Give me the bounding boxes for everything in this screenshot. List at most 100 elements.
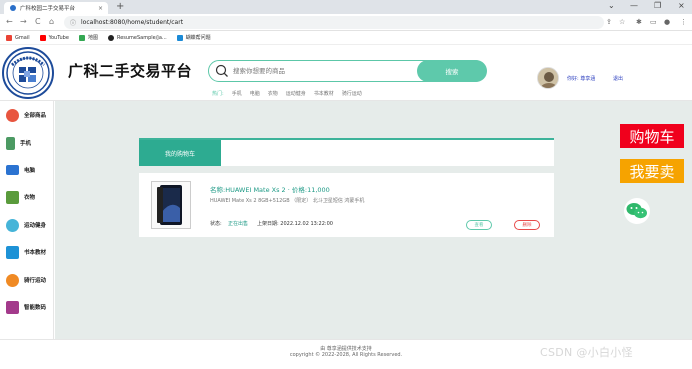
- search-icon: [215, 64, 229, 80]
- home-button[interactable]: ⌂: [49, 17, 54, 26]
- bookmark-label: 蝴蝶帮问题: [185, 35, 211, 41]
- site-favicon-icon: [10, 5, 16, 11]
- phone-product-icon: [152, 182, 190, 228]
- watermark: CSDN @小白小怪: [540, 346, 633, 359]
- sidebar-item-computer[interactable]: 电脑: [0, 159, 54, 181]
- logout-link[interactable]: 退出: [613, 75, 623, 82]
- sidebar-item-label: 电脑: [24, 168, 36, 174]
- tab-title: 广科校园二手交易平台: [20, 6, 76, 12]
- hot-keyword-link[interactable]: 骑行运动: [342, 90, 362, 97]
- sell-item-button[interactable]: 我要卖: [620, 159, 684, 183]
- site-header: 广科二手交易平台 搜索 热门: 手机 电脑 衣物 运动健身 书本教材 骑行运动 …: [0, 45, 692, 101]
- bookmark-label: YouTube: [48, 34, 69, 41]
- maps-icon: [78, 34, 85, 41]
- sidebar-item-clothes[interactable]: 衣物: [0, 186, 54, 208]
- bookmark-gmail[interactable]: Gmail: [6, 34, 30, 41]
- main-content: 我的购物车 名称:HUAWEI Mate Xs 2 · 价格:11,000 HU…: [55, 101, 692, 339]
- product-image[interactable]: [151, 181, 191, 229]
- close-window-button[interactable]: ×: [678, 1, 685, 10]
- site-info-icon[interactable]: ⓘ: [70, 18, 76, 27]
- sidebar-item-cycling[interactable]: 骑行运动: [0, 269, 54, 291]
- hot-keyword-link[interactable]: 书本教材: [314, 90, 334, 97]
- gmail-icon: [6, 34, 12, 41]
- hot-keywords: 热门: 手机 电脑 衣物 运动健身 书本教材 骑行运动: [212, 90, 370, 97]
- wechat-icon: [626, 203, 647, 219]
- search-input[interactable]: [233, 65, 413, 77]
- hot-label: 热门:: [212, 91, 224, 97]
- sidebar-item-label: 智能数码: [24, 305, 47, 311]
- profile-icon[interactable]: ●: [664, 18, 670, 26]
- url-text: localhost:8080/home/student/cart: [81, 19, 184, 26]
- status-label: 状态:: [210, 221, 222, 227]
- bookmark-butterfly[interactable]: 蝴蝶帮问题: [176, 34, 211, 41]
- sidebar-item-books[interactable]: 书本教材: [0, 241, 54, 263]
- book-icon: [6, 245, 19, 259]
- avatar[interactable]: [537, 67, 559, 89]
- hot-keyword-link[interactable]: 衣物: [268, 90, 278, 97]
- bookmark-github[interactable]: ResumeSample/ja...: [107, 34, 167, 41]
- browser-tab[interactable]: 广科校园二手交易平台 ×: [4, 2, 108, 14]
- bookmarks-bar: Gmail YouTube 地图 ResumeSample/ja... 蝴蝶帮问…: [0, 31, 692, 45]
- bookmark-maps[interactable]: 地图: [78, 34, 98, 41]
- status-badge: 正在出售: [228, 221, 249, 227]
- wechat-button[interactable]: [624, 198, 650, 224]
- school-logo[interactable]: [2, 47, 54, 99]
- category-sidebar: 全部商品 手机 电脑 衣物 运动健身 书本教材 骑行运动 智能数码: [0, 101, 54, 339]
- url-field[interactable]: ⓘ localhost:8080/home/student/cart: [64, 16, 604, 29]
- product-description: HUAWEI Mate Xs 2 8GB+512GB （限定） 北斗卫星短信 鸿…: [210, 198, 365, 204]
- butterfly-icon: [176, 34, 183, 41]
- all-goods-icon: [6, 108, 19, 122]
- shopping-cart-button[interactable]: 购物车: [620, 124, 684, 148]
- sidebar-item-digital[interactable]: 智能数码: [0, 296, 54, 318]
- bookmark-star-icon[interactable]: ☆: [619, 18, 625, 26]
- reload-button[interactable]: C: [35, 17, 41, 26]
- sidebar-item-all-goods[interactable]: 全部商品: [0, 104, 54, 126]
- share-icon[interactable]: ⇪: [606, 18, 612, 26]
- user-greeting: 你好: 尊享涵: [567, 76, 596, 82]
- address-bar: ← → C ⌂ ⓘ localhost:8080/home/student/ca…: [0, 14, 692, 31]
- side-panel-icon[interactable]: ▭: [650, 18, 657, 26]
- hot-keyword-link[interactable]: 运动健身: [286, 90, 306, 97]
- tab-list-icon[interactable]: ⌄: [608, 1, 615, 10]
- sidebar-item-label: 书本教材: [24, 250, 47, 256]
- delete-item-button[interactable]: 删除: [514, 220, 540, 230]
- sidebar-item-label: 全部商品: [24, 113, 47, 119]
- sidebar-item-label: 运动健身: [24, 223, 47, 229]
- sidebar-item-label: 衣物: [24, 195, 36, 201]
- view-item-button[interactable]: 查看: [466, 220, 492, 230]
- bookmark-label: ResumeSample/ja...: [116, 34, 167, 41]
- school-emblem-icon: [6, 51, 50, 95]
- bookmark-label: 地图: [87, 35, 98, 41]
- hot-keyword-link[interactable]: 电脑: [250, 90, 260, 97]
- maximize-button[interactable]: ❐: [654, 1, 661, 10]
- sports-icon: [6, 218, 19, 232]
- forward-button[interactable]: →: [20, 17, 27, 26]
- computer-icon: [6, 165, 19, 175]
- menu-icon[interactable]: ⋮: [680, 18, 687, 26]
- clothes-icon: [6, 190, 19, 204]
- extensions-icon[interactable]: ✱: [636, 18, 642, 26]
- listing-date: 上架日期: 2022.12.02 13:22:00: [257, 221, 333, 227]
- user-avatar-icon: [538, 68, 558, 88]
- phone-icon: [6, 136, 15, 150]
- sidebar-item-phone[interactable]: 手机: [0, 132, 54, 154]
- minimize-button[interactable]: —: [630, 1, 638, 10]
- tab-my-cart[interactable]: 我的购物车: [139, 140, 221, 166]
- sidebar-item-label: 骑行运动: [24, 278, 47, 284]
- cart-tab-bar: 我的购物车: [139, 138, 554, 166]
- search-button[interactable]: 搜索: [417, 60, 487, 82]
- sidebar-item-sports[interactable]: 运动健身: [0, 214, 54, 236]
- bookmark-youtube[interactable]: YouTube: [39, 34, 69, 41]
- site-name: 广科二手交易平台: [68, 62, 193, 80]
- product-name-price[interactable]: 名称:HUAWEI Mate Xs 2 · 价格:11,000: [210, 184, 330, 194]
- youtube-icon: [39, 34, 46, 41]
- bike-icon: [6, 273, 19, 287]
- tab-close-icon[interactable]: ×: [98, 5, 103, 12]
- sidebar-item-label: 手机: [20, 141, 32, 147]
- bookmark-label: Gmail: [15, 34, 30, 41]
- new-tab-button[interactable]: +: [116, 1, 124, 12]
- hot-keyword-link[interactable]: 手机: [232, 90, 242, 97]
- back-button[interactable]: ←: [6, 17, 13, 26]
- search-box: 搜索: [208, 60, 487, 82]
- cart-item-card: 名称:HUAWEI Mate Xs 2 · 价格:11,000 HUAWEI M…: [139, 173, 554, 237]
